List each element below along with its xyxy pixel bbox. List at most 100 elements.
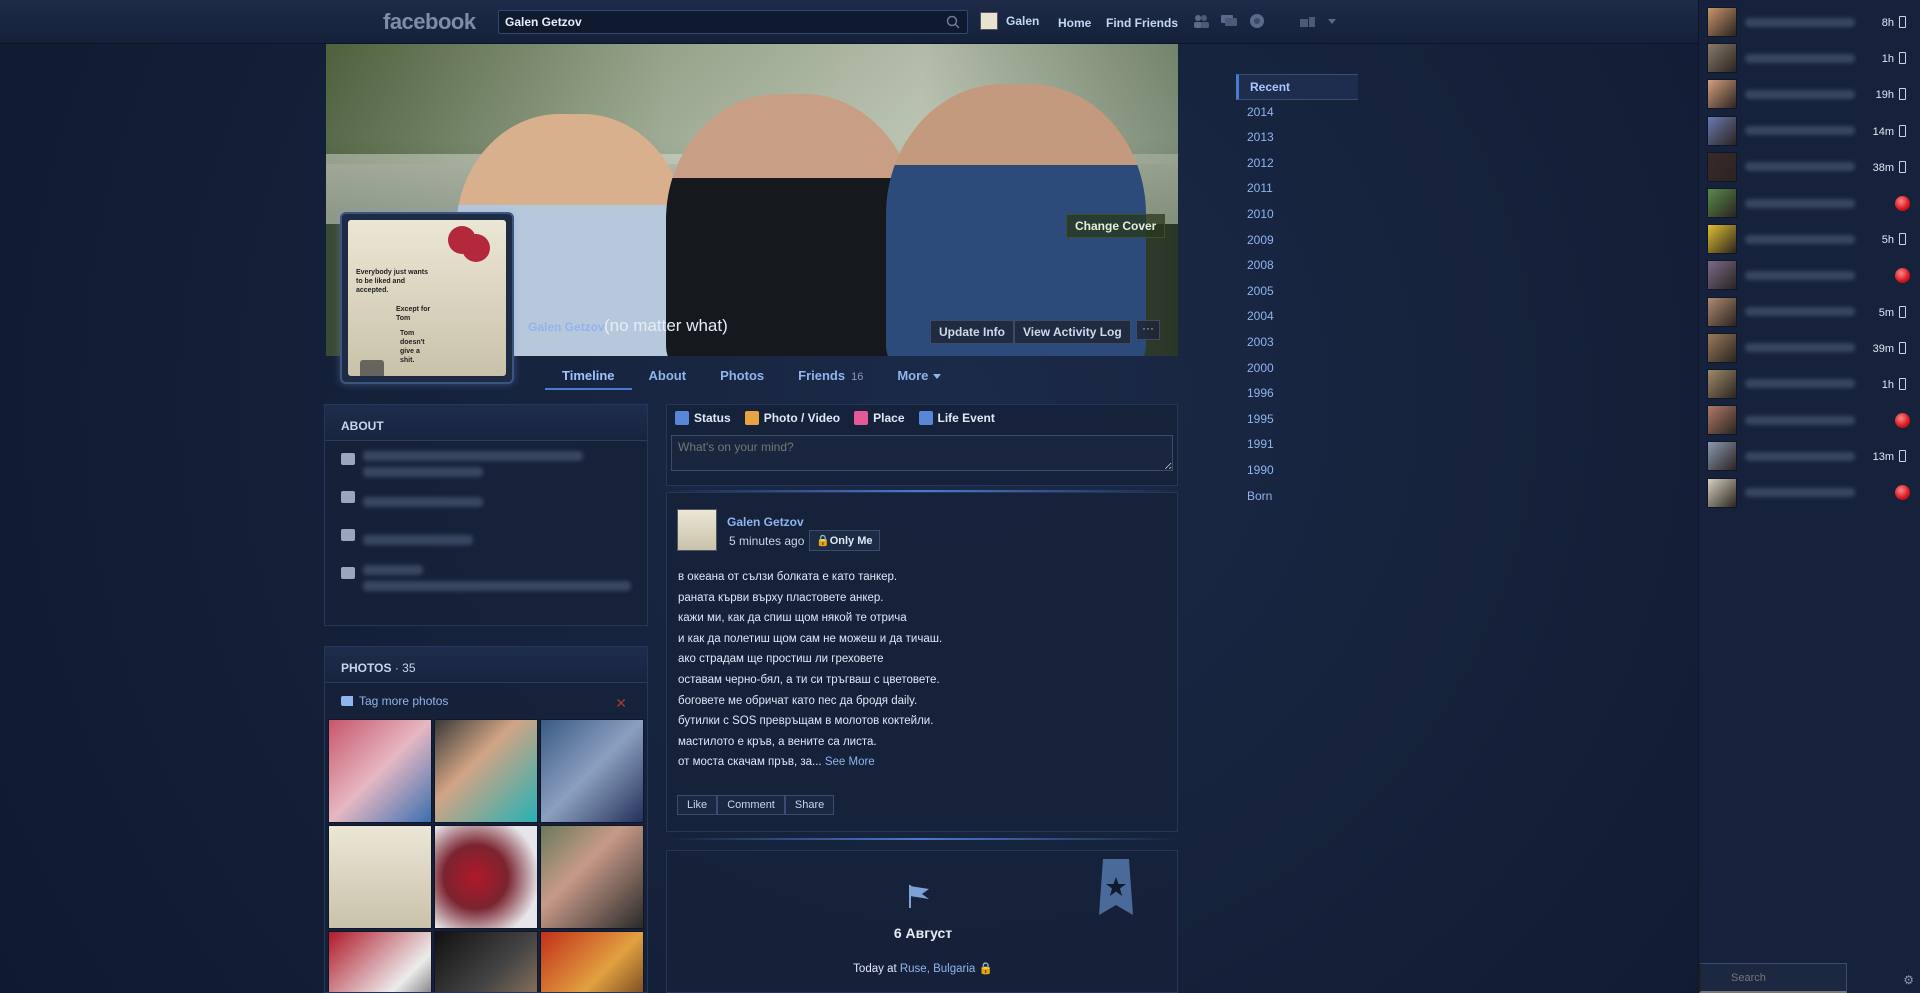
like-button[interactable]: Like — [677, 795, 718, 815]
photo-thumbnail[interactable] — [540, 931, 644, 992]
chat-search-input[interactable] — [1699, 963, 1847, 993]
see-more-link[interactable]: See More — [825, 756, 875, 768]
share-button[interactable]: Share — [784, 795, 835, 815]
update-info-button[interactable]: Update Info — [930, 320, 1014, 344]
photo-thumbnail[interactable] — [434, 931, 538, 992]
year-link[interactable]: 2014 — [1236, 100, 1358, 126]
pencil-icon — [675, 411, 689, 425]
year-link-recent[interactable]: Recent — [1236, 74, 1358, 100]
chat-friend-item[interactable] — [1699, 402, 1920, 438]
post-author[interactable]: Galen Getzov — [727, 515, 804, 529]
tag-more-photos-link[interactable]: Tag more photos — [359, 694, 448, 708]
chat-friend-item[interactable]: 1h — [1699, 366, 1920, 402]
chat-friend-item[interactable]: 5m — [1699, 294, 1920, 330]
privacy-selector[interactable]: 🔒Only Me — [809, 530, 880, 551]
year-link[interactable]: 2010 — [1236, 202, 1358, 228]
avatar — [1707, 43, 1737, 74]
about-title[interactable]: ABOUT — [325, 405, 647, 441]
chat-friend-item[interactable]: 19h — [1699, 76, 1920, 112]
notifications-icon[interactable] — [1248, 13, 1266, 29]
nav-find-friends-link[interactable]: Find Friends — [1106, 16, 1178, 30]
chat-friend-item[interactable]: 1h — [1699, 40, 1920, 76]
chat-friend-item[interactable]: 13m — [1699, 438, 1920, 474]
photo-thumbnail[interactable] — [328, 719, 432, 823]
comment-button[interactable]: Comment — [717, 795, 785, 815]
photo-thumbnail[interactable] — [328, 931, 432, 992]
year-link[interactable]: 1991 — [1236, 432, 1358, 458]
photo-thumbnail[interactable] — [540, 719, 644, 823]
change-cover-button[interactable]: Change Cover — [1066, 214, 1166, 238]
year-link[interactable]: 2004 — [1236, 304, 1358, 330]
year-link[interactable]: 2009 — [1236, 228, 1358, 254]
chat-friend-item[interactable]: 14m — [1699, 113, 1920, 149]
profile-picture[interactable]: Everybody just wants to be liked and acc… — [340, 212, 514, 384]
facebook-logo[interactable]: facebook — [383, 9, 476, 35]
life-event-time[interactable]: Today — [853, 963, 884, 975]
star-badge-icon[interactable] — [1099, 859, 1133, 915]
year-link[interactable]: 2013 — [1236, 125, 1358, 151]
redacted-text — [363, 451, 583, 461]
tab-friends[interactable]: Friends 16 — [781, 368, 880, 390]
life-event-place-link[interactable]: Ruse, Bulgaria — [900, 963, 975, 975]
year-link[interactable]: 1995 — [1236, 407, 1358, 433]
chat-friend-list: 8h 1h 19h 14m 38m 5h 5m 39m 1h 13m — [1699, 0, 1920, 511]
year-link[interactable]: 2008 — [1236, 253, 1358, 279]
composer-tab-status[interactable]: Status — [675, 411, 731, 425]
photos-title[interactable]: PHOTOS · 35 — [325, 647, 647, 683]
nav-user-name[interactable]: Galen — [1006, 14, 1039, 28]
chat-friend-item[interactable]: 39m — [1699, 330, 1920, 366]
profile-subtitle: (no matter what) — [604, 316, 728, 335]
chat-options-icon[interactable]: ⚙ — [1903, 973, 1914, 987]
lock-icon[interactable]: 🔒 — [979, 963, 993, 975]
year-link[interactable]: 2005 — [1236, 279, 1358, 305]
privacy-shortcuts-icon[interactable] — [1298, 13, 1316, 29]
year-link[interactable]: 2000 — [1236, 356, 1358, 382]
year-link[interactable]: 2012 — [1236, 151, 1358, 177]
year-link-born[interactable]: Born — [1236, 484, 1358, 510]
tag-more-photos[interactable]: Tag more photos ✕ — [325, 683, 647, 719]
composer-tab-life-event[interactable]: Life Event — [918, 411, 995, 425]
year-link[interactable]: 2011 — [1236, 176, 1358, 202]
chat-friend-item[interactable] — [1699, 474, 1920, 510]
year-link[interactable]: 1996 — [1236, 381, 1358, 407]
tab-more[interactable]: More — [880, 368, 958, 390]
chat-friend-item[interactable]: 8h — [1699, 4, 1920, 40]
composer-tab-place[interactable]: Place — [854, 411, 905, 425]
about-panel: ABOUT — [324, 404, 648, 626]
camera-icon[interactable] — [360, 360, 384, 376]
photos-title-label: PHOTOS — [341, 661, 392, 675]
tab-timeline[interactable]: Timeline — [545, 368, 632, 390]
chevron-down-icon[interactable] — [1326, 13, 1338, 29]
messages-icon[interactable] — [1220, 13, 1238, 29]
photo-thumbnail[interactable] — [434, 719, 538, 823]
nav-profile-link[interactable]: Galen — [980, 12, 1039, 30]
status-input[interactable] — [671, 435, 1173, 471]
friend-requests-icon[interactable] — [1192, 13, 1210, 29]
year-link[interactable]: 1990 — [1236, 458, 1358, 484]
redacted-chat-name — [1745, 379, 1855, 389]
tab-friends-label: Friends — [798, 368, 846, 383]
year-link[interactable]: 2003 — [1236, 330, 1358, 356]
post-timestamp[interactable]: 5 minutes ago — [729, 534, 804, 548]
tab-about[interactable]: About — [632, 368, 704, 390]
profile-name[interactable]: Galen Getzov — [528, 320, 605, 334]
tab-photos[interactable]: Photos — [703, 368, 781, 390]
photo-thumbnail[interactable] — [328, 825, 432, 929]
chat-friend-item[interactable] — [1699, 185, 1920, 221]
chat-friend-item[interactable]: 38m — [1699, 149, 1920, 185]
chat-friend-item[interactable]: 5h — [1699, 221, 1920, 257]
search-box[interactable] — [498, 10, 968, 34]
nav-home-link[interactable]: Home — [1058, 16, 1091, 30]
view-activity-log-button[interactable]: View Activity Log — [1014, 320, 1131, 344]
composer-tab-photo-video[interactable]: Photo / Video — [744, 411, 840, 425]
photo-thumbnail[interactable] — [540, 825, 644, 929]
search-icon[interactable] — [945, 14, 961, 30]
search-input[interactable] — [499, 11, 939, 33]
chat-friend-item[interactable] — [1699, 257, 1920, 293]
more-options-button[interactable]: ··· — [1136, 320, 1160, 340]
redacted-chat-name — [1745, 488, 1855, 498]
mobile-phone-icon — [1899, 52, 1906, 65]
close-icon[interactable]: ✕ — [615, 695, 627, 712]
avatar[interactable] — [677, 509, 717, 551]
photo-thumbnail[interactable] — [434, 825, 538, 929]
